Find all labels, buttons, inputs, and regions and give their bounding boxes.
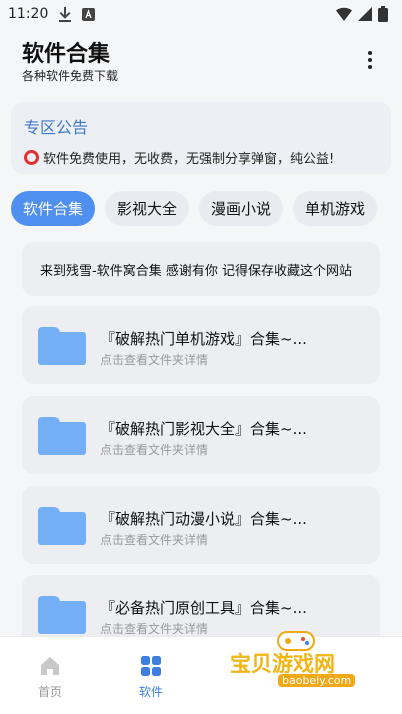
list-item[interactable]: 『破解热门影视大全』合集~... 点击查看文件夹详情	[22, 396, 380, 474]
grid-icon	[141, 656, 161, 676]
item-subtitle: 点击查看文件夹详情	[100, 533, 209, 547]
status-bar: 11:20	[0, 0, 402, 28]
signal-icon	[358, 7, 372, 21]
item-subtitle: 点击查看文件夹详情	[100, 443, 209, 457]
item-title: 『破解热门单机游戏』合集~...	[100, 330, 307, 348]
a-badge-icon	[82, 7, 96, 21]
app-bar: 软件合集 各种软件免费下载	[0, 30, 402, 86]
banner-text: 来到残雪-软件窝合集 感谢有你 记得保存收藏这个网站	[40, 263, 352, 279]
folder-icon	[38, 327, 86, 365]
more-vert-icon	[368, 51, 372, 55]
list-item[interactable]: 『破解热门单机游戏』合集~... 点击查看文件夹详情	[22, 306, 380, 384]
item-title: 『必备热门原创工具』合集~...	[100, 599, 307, 617]
category-tabs: 软件合集 影视大全 漫画小说 单机游戏	[11, 191, 402, 227]
item-title: 『破解热门动漫小说』合集~...	[100, 510, 307, 528]
folder-icon	[38, 417, 86, 455]
home-icon	[41, 657, 59, 675]
bottom-navigation: 首页 软件	[0, 636, 402, 714]
nav-home-label: 首页	[37, 685, 62, 699]
battery-icon	[378, 6, 388, 22]
announcement-title: 专区公告	[24, 118, 89, 137]
item-subtitle: 点击查看文件夹详情	[100, 353, 209, 367]
folder-icon	[38, 596, 86, 634]
more-options-button[interactable]	[360, 48, 380, 72]
status-time: 11:20	[8, 6, 49, 22]
page-subtitle: 各种软件免费下载	[22, 69, 119, 83]
announcement-card: 专区公告 软件免费使用，无收费，无强制分享弹窗，纯公益!	[11, 102, 391, 174]
item-subtitle: 点击查看文件夹详情	[100, 622, 209, 636]
page-title: 软件合集	[22, 42, 111, 67]
download-icon	[59, 7, 72, 22]
item-title: 『破解热门影视大全』合集~...	[100, 420, 307, 438]
tab-comics[interactable]: 漫画小说	[199, 191, 284, 226]
welcome-banner: 来到残雪-软件窝合集 感谢有你 记得保存收藏这个网站	[22, 242, 380, 296]
tab-movies[interactable]: 影视大全	[105, 191, 190, 226]
tab-software[interactable]: 软件合集	[11, 191, 96, 226]
folder-icon	[38, 507, 86, 545]
nav-software[interactable]: 软件	[121, 655, 181, 700]
nav-home[interactable]: 首页	[20, 655, 80, 700]
nav-software-label: 软件	[138, 685, 163, 699]
red-circle-icon	[24, 150, 39, 165]
announcement-text: 软件免费使用，无收费，无强制分享弹窗，纯公益!	[43, 152, 335, 167]
list-item[interactable]: 『破解热门动漫小说』合集~... 点击查看文件夹详情	[22, 486, 380, 564]
wifi-icon	[336, 7, 352, 21]
tab-games[interactable]: 单机游戏	[293, 191, 378, 226]
